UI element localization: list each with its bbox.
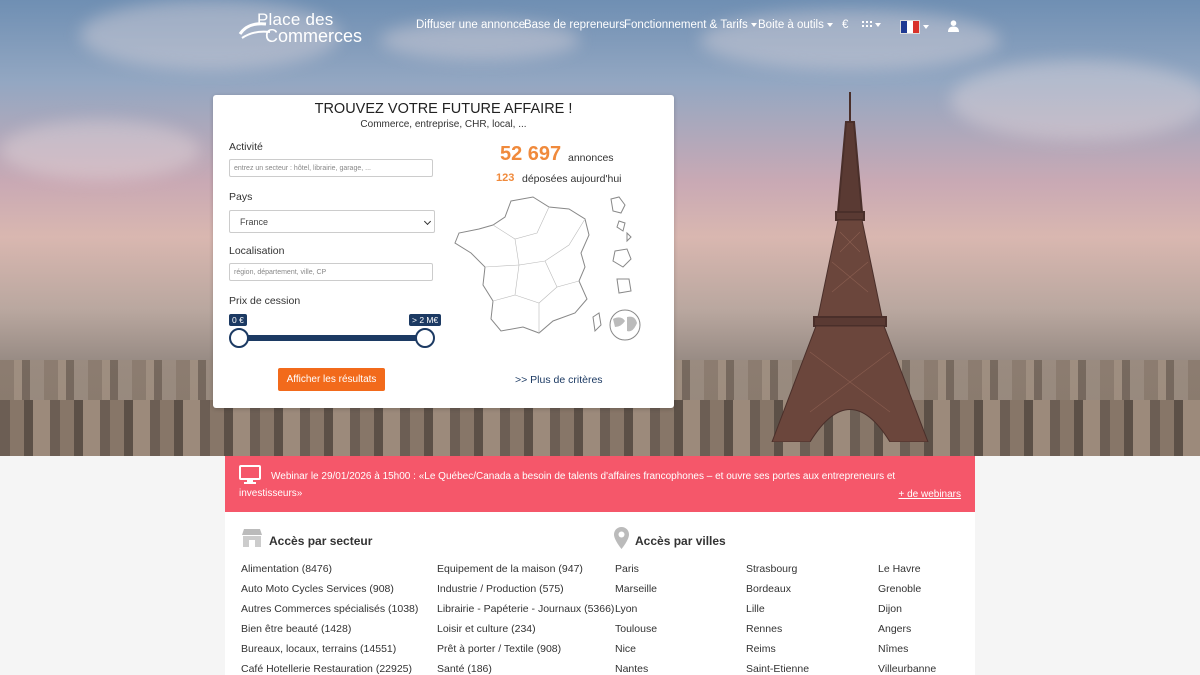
nav-account[interactable]: [948, 20, 959, 35]
activite-input[interactable]: entrez un secteur : hôtel, librairie, ga…: [229, 159, 433, 177]
sector-link[interactable]: Santé (186): [437, 663, 492, 675]
nav-fonctionnement-label: Fonctionnement & Tarifs: [624, 19, 748, 31]
pays-label: Pays: [229, 191, 253, 203]
store-icon: [242, 529, 262, 547]
france-map[interactable]: [453, 195, 643, 345]
chevron-down-icon: [423, 217, 432, 226]
prix-slider-track[interactable]: [238, 335, 426, 341]
plus-criteres-link[interactable]: >> Plus de critères: [515, 374, 603, 386]
webinar-text: Webinar le 29/01/2026 à 15h00 : «Le Québ…: [239, 468, 919, 502]
globe-icon: [609, 309, 641, 341]
sector-link[interactable]: Prêt à porter / Textile (908): [437, 643, 561, 655]
france-flag-icon: [900, 20, 920, 34]
city-link[interactable]: Saint-Etienne: [746, 663, 809, 675]
sector-link[interactable]: Industrie / Production (575): [437, 583, 564, 595]
search-subtitle: Commerce, entreprise, CHR, local, ...: [360, 119, 527, 130]
city-link[interactable]: Reims: [746, 643, 776, 655]
city-link[interactable]: Dijon: [878, 603, 902, 615]
more-webinars-link[interactable]: + de webinars: [898, 489, 961, 500]
sector-link[interactable]: Librairie - Papéterie - Journaux (5366): [437, 603, 614, 615]
nav-boite-label: Boite à outils: [758, 19, 824, 31]
annonces-label: annonces: [568, 152, 614, 164]
localisation-input[interactable]: région, département, ville, CP: [229, 263, 433, 281]
nav-currency[interactable]: €: [842, 19, 848, 31]
sector-link[interactable]: Equipement de la maison (947): [437, 563, 583, 575]
prix-label: Prix de cession: [229, 295, 301, 307]
nav-grid-menu[interactable]: [862, 19, 881, 31]
nav-base-repreneurs[interactable]: Base de repreneurs: [524, 19, 625, 31]
city-link[interactable]: Nice: [615, 643, 636, 655]
city-link[interactable]: Grenoble: [878, 583, 921, 595]
prix-slider-max-handle[interactable]: [415, 328, 435, 348]
city-link[interactable]: Toulouse: [615, 623, 657, 635]
annonces-count: 52 697: [500, 143, 562, 165]
nav-boite-outils[interactable]: Boite à outils: [758, 19, 833, 31]
pays-value: France: [240, 217, 269, 227]
localisation-label: Localisation: [229, 245, 285, 257]
prix-min-tag: 0 €: [229, 314, 247, 326]
sector-link[interactable]: Café Hotellerie Restauration (22925): [241, 663, 412, 675]
nav-fonctionnement-tarifs[interactable]: Fonctionnement & Tarifs: [624, 19, 757, 31]
city-link[interactable]: Nantes: [615, 663, 648, 675]
city-link[interactable]: Rennes: [746, 623, 782, 635]
grid-icon: [862, 21, 872, 28]
webinar-banner[interactable]: Webinar le 29/01/2026 à 15h00 : «Le Québ…: [225, 456, 975, 512]
sector-link[interactable]: Bien être beauté (1428): [241, 623, 351, 635]
nav-diffuser-annonce[interactable]: Diffuser une annonce: [416, 19, 525, 31]
sector-link[interactable]: Alimentation (8476): [241, 563, 332, 575]
search-title: TROUVEZ VOTRE FUTURE AFFAIRE !: [314, 101, 573, 117]
user-icon: [948, 20, 959, 32]
sector-link[interactable]: Auto Moto Cycles Services (908): [241, 583, 394, 595]
chevron-down-icon: [923, 25, 929, 29]
city-link[interactable]: Paris: [615, 563, 639, 575]
chevron-down-icon: [875, 22, 881, 27]
sector-link[interactable]: Bureaux, locaux, terrains (14551): [241, 643, 396, 655]
sector-link[interactable]: Autres Commerces spécialisés (1038): [241, 603, 418, 615]
search-card: TROUVEZ VOTRE FUTURE AFFAIRE ! Commerce,…: [213, 95, 674, 408]
city-link[interactable]: Bordeaux: [746, 583, 791, 595]
webinar-message: Webinar le 29/01/2026 à 15h00 : «Le Québ…: [239, 471, 896, 499]
logo-line2: Commerces: [265, 26, 363, 46]
access-section: Accès par secteur Accès par villes Alime…: [225, 512, 975, 675]
today-label: déposées aujourd'hui: [522, 173, 622, 185]
chevron-down-icon: [826, 22, 833, 27]
city-link[interactable]: Marseille: [615, 583, 657, 595]
sector-access-title: Accès par secteur: [269, 534, 373, 548]
eiffel-tower-illustration: [771, 92, 929, 442]
site-logo[interactable]: Place des Commerces: [238, 10, 368, 46]
map-pin-icon: [614, 527, 629, 549]
prix-max-tag: > 2 M€: [409, 314, 442, 326]
city-access-title: Accès par villes: [635, 534, 726, 548]
afficher-resultats-button[interactable]: Afficher les résultats: [278, 368, 385, 391]
city-link[interactable]: Lille: [746, 603, 765, 615]
prix-slider-min-handle[interactable]: [229, 328, 249, 348]
city-foreground: [0, 400, 1200, 456]
city-link[interactable]: Nîmes: [878, 643, 908, 655]
city-link[interactable]: Lyon: [615, 603, 637, 615]
city-link[interactable]: Angers: [878, 623, 911, 635]
chevron-down-icon: [750, 22, 757, 27]
city-link[interactable]: Le Havre: [878, 563, 921, 575]
nav-language[interactable]: [900, 20, 929, 34]
today-count: 123: [496, 172, 515, 184]
top-navbar: Place des Commerces Diffuser une annonce…: [0, 0, 1200, 55]
sector-link[interactable]: Loisir et culture (234): [437, 623, 536, 635]
city-link[interactable]: Villeurbanne: [878, 663, 936, 675]
activite-label: Activité: [229, 141, 263, 153]
city-link[interactable]: Strasbourg: [746, 563, 797, 575]
pays-select[interactable]: France: [229, 210, 435, 233]
